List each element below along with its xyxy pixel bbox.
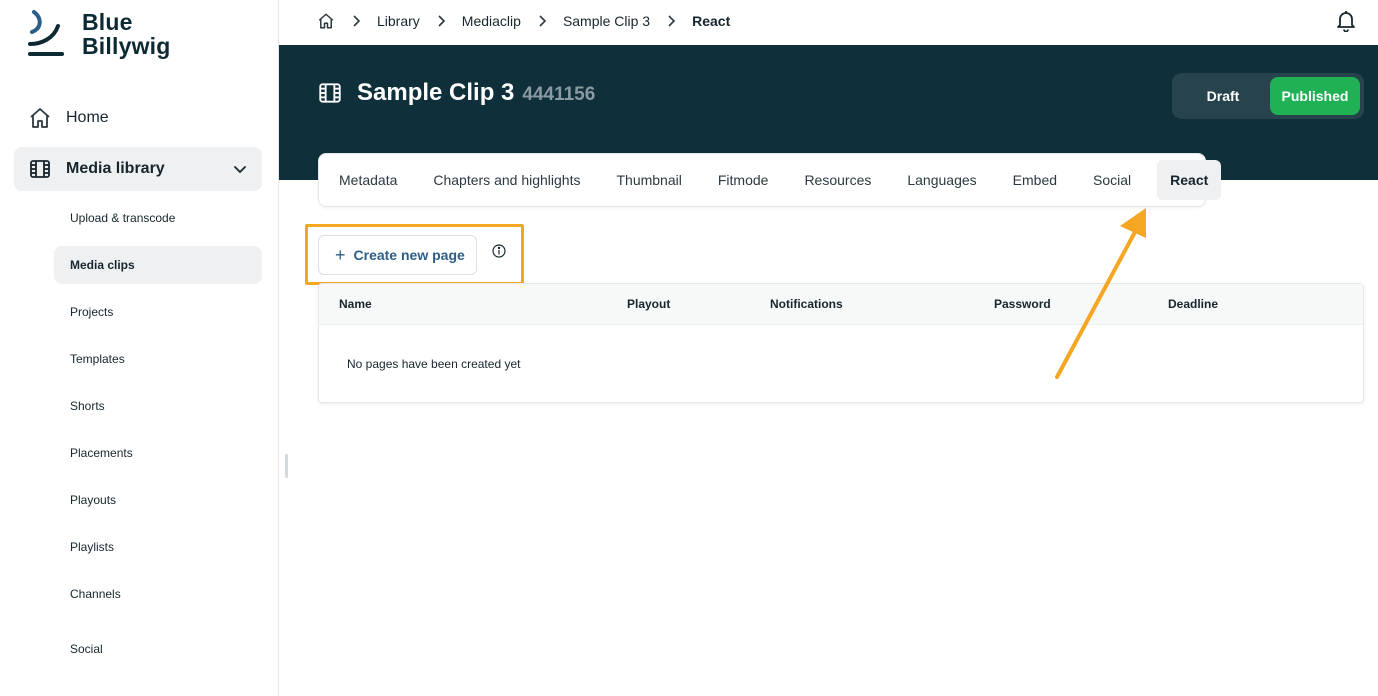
chevron-right-icon: [351, 15, 361, 27]
sidebar: Blue Billywig Home Media library Upload …: [0, 0, 279, 696]
brand-name: Blue Billywig: [82, 10, 171, 58]
sidebar-item-placements[interactable]: Placements: [54, 434, 262, 472]
sidebar-item-templates[interactable]: Templates: [54, 340, 262, 378]
tab-thumbnail[interactable]: Thumbnail: [616, 160, 681, 200]
clip-tabs: Metadata Chapters and highlights Thumbna…: [318, 153, 1222, 207]
chevron-right-icon: [537, 15, 547, 27]
tab-metadata[interactable]: Metadata: [339, 160, 397, 200]
tab-resources[interactable]: Resources: [804, 160, 871, 200]
published-button[interactable]: Published: [1270, 77, 1360, 115]
chevron-down-icon[interactable]: [232, 161, 248, 177]
nav-media-library-label: Media library: [66, 160, 165, 177]
film-icon: [319, 83, 341, 103]
sidebar-item-shorts[interactable]: Shorts: [54, 387, 262, 425]
breadcrumb-react: React: [692, 13, 731, 29]
table-header: Name Playout Notifications Password Dead…: [319, 284, 1363, 325]
column-header-password[interactable]: Password: [994, 297, 1051, 311]
clip-name: Sample Clip 3: [357, 79, 515, 106]
sidebar-item-media-clips[interactable]: Media clips: [54, 246, 262, 284]
sidebar-item-channels[interactable]: Channels: [54, 575, 262, 613]
publish-status-toggle: Draft Published: [1172, 73, 1364, 119]
brand-logo[interactable]: Blue Billywig: [28, 10, 171, 58]
sidebar-item-playouts[interactable]: Playouts: [54, 481, 262, 519]
nav-home[interactable]: Home: [14, 98, 262, 138]
chevron-right-icon: [666, 15, 676, 27]
breadcrumb-mediaclip[interactable]: Mediaclip: [462, 13, 521, 29]
tab-react[interactable]: React: [1157, 160, 1222, 200]
clip-id: 4441156: [522, 83, 596, 105]
draft-button[interactable]: Draft: [1176, 77, 1270, 115]
clip-title: Sample Clip 3 4441156: [317, 79, 595, 107]
home-icon: [30, 108, 50, 128]
sidebar-item-projects[interactable]: Projects: [54, 293, 262, 331]
nav-media-library[interactable]: Media library: [14, 147, 262, 191]
top-bar: Library Mediaclip Sample Clip 3 React: [279, 0, 1378, 45]
annotation-highlight-box: [305, 224, 524, 285]
chevron-right-icon: [436, 15, 446, 27]
sidebar-item-social[interactable]: Social: [54, 630, 262, 668]
tab-embed[interactable]: Embed: [1013, 160, 1057, 200]
tab-social[interactable]: Social: [1093, 160, 1131, 200]
tab-chapters-highlights[interactable]: Chapters and highlights: [433, 160, 580, 200]
empty-state-text: No pages have been created yet: [347, 357, 521, 371]
breadcrumb-sample-clip[interactable]: Sample Clip 3: [563, 13, 650, 29]
brand-line-2: Billywig: [82, 33, 171, 59]
annotation-arrow-icon: [1055, 208, 1146, 379]
column-header-deadline[interactable]: Deadline: [1168, 297, 1218, 311]
bell-icon[interactable]: [1336, 10, 1356, 32]
sidebar-resize-handle[interactable]: [285, 454, 288, 478]
film-icon: [30, 160, 50, 178]
tab-languages[interactable]: Languages: [907, 160, 976, 200]
breadcrumb: Library Mediaclip Sample Clip 3 React: [317, 12, 730, 30]
sidebar-item-upload-transcode[interactable]: Upload & transcode: [54, 199, 262, 237]
brand-line-1: Blue: [82, 9, 133, 35]
home-icon[interactable]: [317, 12, 335, 30]
column-header-notifications[interactable]: Notifications: [770, 297, 843, 311]
breadcrumb-library[interactable]: Library: [377, 13, 420, 29]
column-header-playout[interactable]: Playout: [627, 297, 670, 311]
nav-home-label: Home: [66, 109, 109, 126]
tab-fitmode[interactable]: Fitmode: [718, 160, 769, 200]
column-header-name[interactable]: Name: [339, 297, 372, 311]
logo-mark-icon: [28, 10, 64, 56]
sidebar-item-playlists[interactable]: Playlists: [54, 528, 262, 566]
react-pages-table: Name Playout Notifications Password Dead…: [318, 283, 1364, 403]
